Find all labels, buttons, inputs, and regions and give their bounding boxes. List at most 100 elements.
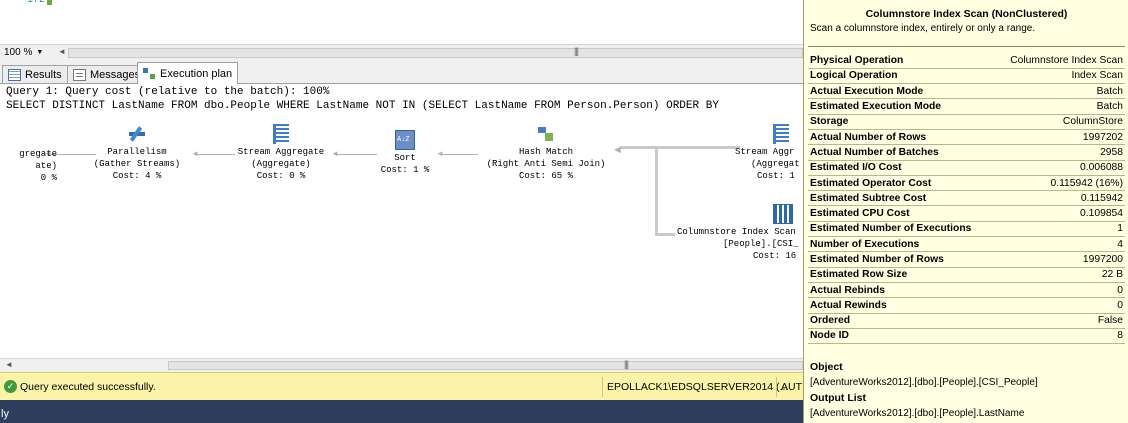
tooltip-divider: [808, 46, 1125, 47]
tooltip-output-value: [AdventureWorks2012].[dbo].[People].Last…: [810, 408, 1025, 419]
tab-execution-plan[interactable]: Execution plan: [137, 62, 239, 84]
property-value: 0: [993, 297, 1125, 314]
status-message: Query executed successfully.: [20, 381, 156, 393]
plan-node-parallelism[interactable]: Parallelism (Gather Streams) Cost: 4 %: [62, 124, 212, 182]
property-name: Actual Number of Batches: [808, 144, 994, 161]
editor-gutter: [0, 0, 48, 44]
message-icon: [73, 68, 86, 81]
query-text-line: SELECT DISTINCT LastName FROM dbo.People…: [6, 100, 719, 112]
property-name: Number of Executions: [808, 236, 994, 253]
tooltip-property-row: Actual Rewinds 0: [808, 297, 1125, 314]
app-status-text: ly: [1, 408, 9, 420]
property-value: Index Scan: [993, 68, 1125, 85]
check-icon: ✓: [4, 380, 17, 393]
property-name: Actual Number of Rows: [808, 129, 994, 146]
property-name: Estimated Subtree Cost: [808, 190, 994, 207]
plan-node-stream-aggregate-2[interactable]: Stream Aggr (Aggregat Cost: 1: [735, 124, 803, 182]
tooltip-property-row: Actual Number of Batches 2958: [808, 144, 1125, 161]
tooltip-property-row: Estimated Number of Rows 1997200: [808, 251, 1125, 268]
status-divider: [776, 377, 777, 397]
plan-node-columnstore-scan[interactable]: Columnstore Index Scan [People].[CSI_ Co…: [677, 204, 803, 262]
tab-messages-label: Messages: [90, 68, 141, 81]
tooltip-property-row: Estimated CPU Cost 0.109854: [808, 205, 1125, 222]
property-name: Node ID: [808, 328, 994, 345]
property-value: 0.109854: [993, 205, 1125, 222]
property-value: 0: [993, 282, 1125, 299]
plan-hscrollbar: ◄ |||: [0, 358, 803, 372]
property-value: 1997200: [993, 251, 1125, 268]
tooltip-property-row: Estimated I/O Cost 0.006088: [808, 160, 1125, 176]
result-tabs: Results Messages Execution plan: [0, 60, 803, 84]
query-status-bar: ✓ Query executed successfully. EPOLLACK1…: [0, 372, 803, 400]
grip-icon: |||: [574, 46, 579, 56]
tooltip-property-row: Estimated Execution Mode Batch: [808, 98, 1125, 115]
tab-results-label: Results: [25, 68, 62, 81]
plan-node-left-aggregate[interactable]: gregate ate) 0 %: [0, 148, 57, 184]
grip-icon: |||: [624, 359, 629, 369]
hscroll-thumb[interactable]: |||: [68, 46, 803, 58]
app-status-bar: ly: [0, 400, 803, 423]
plan-link-lower: [655, 146, 675, 236]
property-value: 2958: [993, 144, 1125, 161]
plan-node-hash-match[interactable]: Hash Match (Right Anti Semi Join) Cost: …: [471, 124, 621, 182]
status-divider: [602, 377, 603, 397]
tooltip-property-row: Actual Rebinds 0: [808, 282, 1125, 299]
property-name: Logical Operation: [808, 68, 994, 85]
property-name: Actual Rebinds: [808, 282, 994, 299]
status-server: EPOLLACK1\EDSQLSERVER2014 (...: [607, 381, 789, 393]
tooltip-description: Scan a columnstore index, entirely or on…: [810, 23, 1036, 34]
property-name: Estimated CPU Cost: [808, 205, 994, 222]
tooltip-property-row: Storage ColumnStore: [808, 114, 1125, 130]
tab-results[interactable]: Results: [2, 65, 68, 83]
tooltip-title: Columnstore Index Scan (NonClustered): [865, 8, 1068, 20]
hash-match-icon: [536, 124, 556, 144]
plan-link-upper: [620, 146, 740, 158]
sort-icon: [395, 130, 415, 150]
tooltip-property-row: Ordered False: [808, 313, 1125, 329]
tooltip-property-row: Estimated Number of Executions 1: [808, 221, 1125, 238]
tooltip-property-row: Physical Operation Columnstore Index Scan: [808, 53, 1125, 69]
change-indicator: [47, 0, 52, 5]
property-name: Estimated I/O Cost: [808, 160, 994, 176]
columnstore-index-icon: [773, 204, 793, 224]
grid-icon: [8, 68, 21, 81]
plan-node-sort[interactable]: Sort Cost: 1 %: [330, 130, 480, 176]
property-value: 8: [993, 328, 1125, 345]
tooltip-object-label: Object: [810, 361, 843, 373]
stream-aggregate-icon: [273, 124, 289, 144]
tooltip-properties: Physical Operation Columnstore Index Scan…: [808, 53, 1125, 345]
property-value: 0.115942 (16%): [993, 175, 1125, 192]
tooltip-property-row: Estimated Operator Cost 0.115942 (16%): [808, 175, 1125, 192]
tooltip-property-row: Estimated Subtree Cost 0.115942: [808, 190, 1125, 207]
property-value: 0.006088: [993, 160, 1125, 176]
scroll-left-icon[interactable]: ◄: [5, 360, 13, 369]
property-name: Physical Operation: [808, 53, 994, 69]
status-auth: AUT: [781, 381, 802, 393]
property-value: 0.115942: [993, 190, 1125, 207]
operator-tooltip: Columnstore Index Scan (NonClustered) Sc…: [803, 0, 1128, 423]
tooltip-property-row: Estimated Row Size 22 B: [808, 267, 1125, 283]
property-value: False: [993, 313, 1125, 329]
tooltip-property-row: Actual Execution Mode Batch: [808, 83, 1125, 100]
tab-execution-plan-label: Execution plan: [160, 67, 233, 80]
property-name: Estimated Row Size: [808, 267, 994, 283]
tooltip-property-row: Number of Executions 4: [808, 236, 1125, 253]
stream-aggregate-icon: [773, 124, 789, 144]
tab-messages[interactable]: Messages: [67, 65, 147, 83]
property-value: Batch: [993, 83, 1125, 100]
tooltip-property-row: Actual Number of Rows 1997202: [808, 129, 1125, 146]
zoom-select[interactable]: 100 % ▼: [2, 46, 54, 59]
tooltip-property-row: Node ID 8: [808, 328, 1125, 345]
scroll-left-icon[interactable]: ◄: [58, 47, 66, 56]
property-value: Batch: [993, 98, 1125, 115]
execution-plan-canvas[interactable]: Query 1: Query cost (relative to the bat…: [0, 84, 803, 358]
plan-hscroll-thumb[interactable]: |||: [168, 359, 803, 370]
property-name: Estimated Number of Rows: [808, 251, 994, 268]
property-name: Actual Execution Mode: [808, 83, 994, 100]
execution-plan-icon: [143, 67, 156, 80]
property-name: Ordered: [808, 313, 994, 329]
property-value: 1997202: [993, 129, 1125, 146]
property-name: Actual Rewinds: [808, 297, 994, 314]
chevron-down-icon[interactable]: ▼: [36, 49, 43, 56]
property-name: Storage: [808, 114, 994, 130]
